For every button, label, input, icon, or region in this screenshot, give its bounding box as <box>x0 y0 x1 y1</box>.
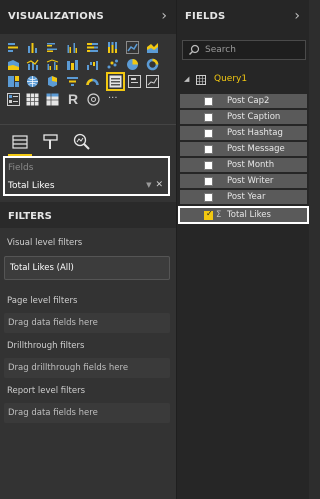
fields-tab-icon <box>12 135 28 149</box>
chevron-right-icon[interactable]: › <box>161 8 167 24</box>
field-name: Post Hashtag <box>227 128 283 138</box>
remove-field-icon[interactable]: ✕ <box>155 180 163 190</box>
search-input[interactable]: Search <box>182 40 306 60</box>
multi-row-card-icon[interactable] <box>106 72 125 91</box>
filters-title: FILTERS <box>8 211 52 222</box>
visual-filter-card[interactable]: Total Likes (All) <box>4 256 170 280</box>
stacked-area-chart-icon[interactable] <box>7 58 20 71</box>
fields-well[interactable]: Fields Total Likes ▼ ✕ <box>3 156 170 196</box>
card-icon[interactable] <box>128 75 141 88</box>
paint-roller-icon <box>43 134 58 149</box>
funnel-icon[interactable] <box>66 75 79 88</box>
field-row[interactable]: Post Month <box>180 158 307 172</box>
field-name: Post Writer <box>227 176 274 186</box>
field-controls: ▼ ✕ <box>146 180 163 190</box>
pane-tabs <box>0 124 176 159</box>
globe-icon[interactable] <box>87 93 100 106</box>
fields-title: FIELDS <box>185 11 226 22</box>
page-level-drop-text: Drag data fields here <box>8 318 98 328</box>
filled-map-icon[interactable] <box>46 75 59 88</box>
report-level-filters-label: Report level filters <box>7 386 85 396</box>
scatter-chart-icon[interactable] <box>106 58 119 71</box>
clustered-column-chart-icon[interactable] <box>66 41 79 54</box>
drillthrough-drop-text: Drag drillthrough fields here <box>8 363 129 373</box>
100-stacked-column-icon[interactable] <box>106 41 119 54</box>
visualizations-pane: VISUALIZATIONS › R ... Fields Total Like… <box>0 0 176 499</box>
field-row[interactable]: Post Writer <box>180 174 307 188</box>
fields-header: FIELDS › <box>177 0 309 34</box>
field-checkbox[interactable] <box>204 161 213 170</box>
field-name: Post Cap2 <box>227 96 270 106</box>
visualizations-header: VISUALIZATIONS › <box>0 0 176 34</box>
gauge-icon[interactable] <box>86 75 99 88</box>
100-stacked-bar-icon[interactable] <box>86 41 99 54</box>
field-name: Total Likes <box>227 210 271 220</box>
fields-well-label: Fields <box>8 163 34 173</box>
table-icon <box>196 75 206 85</box>
field-name: Post Month <box>227 160 275 170</box>
field-checkbox[interactable] <box>204 193 213 202</box>
report-level-drop-text: Drag data fields here <box>8 408 98 418</box>
field-name: Post Message <box>227 144 285 154</box>
dropdown-icon[interactable]: ▼ <box>146 181 151 189</box>
field-name: Post Caption <box>227 112 281 122</box>
field-name: Post Year <box>227 192 266 202</box>
drillthrough-filters-label: Drillthrough filters <box>7 341 85 351</box>
pie-chart-icon[interactable] <box>126 58 139 71</box>
field-row[interactable]: Post Hashtag <box>180 126 307 140</box>
field-row[interactable]: Post Cap2 <box>180 94 307 108</box>
visual-filter-card-text: Total Likes (All) <box>10 263 74 273</box>
map-icon[interactable] <box>26 75 39 88</box>
r-script-visual-icon[interactable]: R <box>68 91 82 107</box>
chevron-right-icon[interactable]: › <box>294 8 300 24</box>
kpi-icon[interactable] <box>146 75 159 88</box>
line-stacked-column-icon[interactable] <box>26 58 39 71</box>
slicer-icon[interactable] <box>7 93 20 106</box>
treemap-icon[interactable] <box>7 75 20 88</box>
clustered-bar-chart-icon[interactable] <box>46 41 59 54</box>
collapse-triangle-icon[interactable]: ◢ <box>184 75 189 83</box>
donut-chart-icon[interactable] <box>146 58 159 71</box>
fields-pane: FIELDS › Search ◢ Query1 Post Cap2 Post … <box>176 0 309 499</box>
waterfall-chart-icon[interactable] <box>86 58 99 71</box>
table-icon[interactable] <box>26 93 39 106</box>
area-chart-icon[interactable] <box>146 41 159 54</box>
line-chart-icon[interactable] <box>126 41 139 54</box>
field-row-total-likes[interactable]: Σ Total Likes <box>178 206 309 224</box>
ribbon-chart-icon[interactable] <box>66 58 79 71</box>
more-visuals-icon[interactable]: ... <box>108 90 124 103</box>
format-tab[interactable] <box>41 132 61 152</box>
field-checkbox[interactable] <box>204 97 213 106</box>
stacked-column-chart-icon[interactable] <box>26 41 39 54</box>
sigma-icon: Σ <box>216 210 222 220</box>
visual-level-filters-label: Visual level filters <box>7 238 83 248</box>
page-level-drop-zone[interactable]: Drag data fields here <box>4 313 170 333</box>
field-row[interactable]: Post Message <box>180 142 307 156</box>
search-icon <box>189 44 200 55</box>
drillthrough-drop-zone[interactable]: Drag drillthrough fields here <box>4 358 170 378</box>
report-level-drop-zone[interactable]: Drag data fields here <box>4 403 170 423</box>
matrix-icon[interactable] <box>46 93 59 106</box>
field-checkbox[interactable] <box>204 177 213 186</box>
stacked-bar-chart-icon[interactable] <box>7 41 20 54</box>
field-checkbox[interactable] <box>204 113 213 122</box>
fields-tab[interactable] <box>8 132 32 156</box>
visual-gallery: R ... <box>0 34 176 124</box>
field-checkbox[interactable] <box>204 129 213 138</box>
analytics-tab[interactable] <box>72 132 92 152</box>
query-name: Query1 <box>214 74 248 84</box>
field-checkbox-checked[interactable] <box>204 209 213 220</box>
field-row[interactable]: Post Year <box>180 190 307 204</box>
search-placeholder: Search <box>205 45 236 55</box>
field-checkbox[interactable] <box>204 145 213 154</box>
analytics-magnifier-icon <box>73 133 90 150</box>
visualizations-title: VISUALIZATIONS <box>8 11 104 22</box>
fields-well-value[interactable]: Total Likes <box>8 181 55 191</box>
line-clustered-column-icon[interactable] <box>46 58 59 71</box>
filters-header: FILTERS <box>0 202 176 228</box>
page-level-filters-label: Page level filters <box>7 296 78 306</box>
field-row[interactable]: Post Caption <box>180 110 307 124</box>
